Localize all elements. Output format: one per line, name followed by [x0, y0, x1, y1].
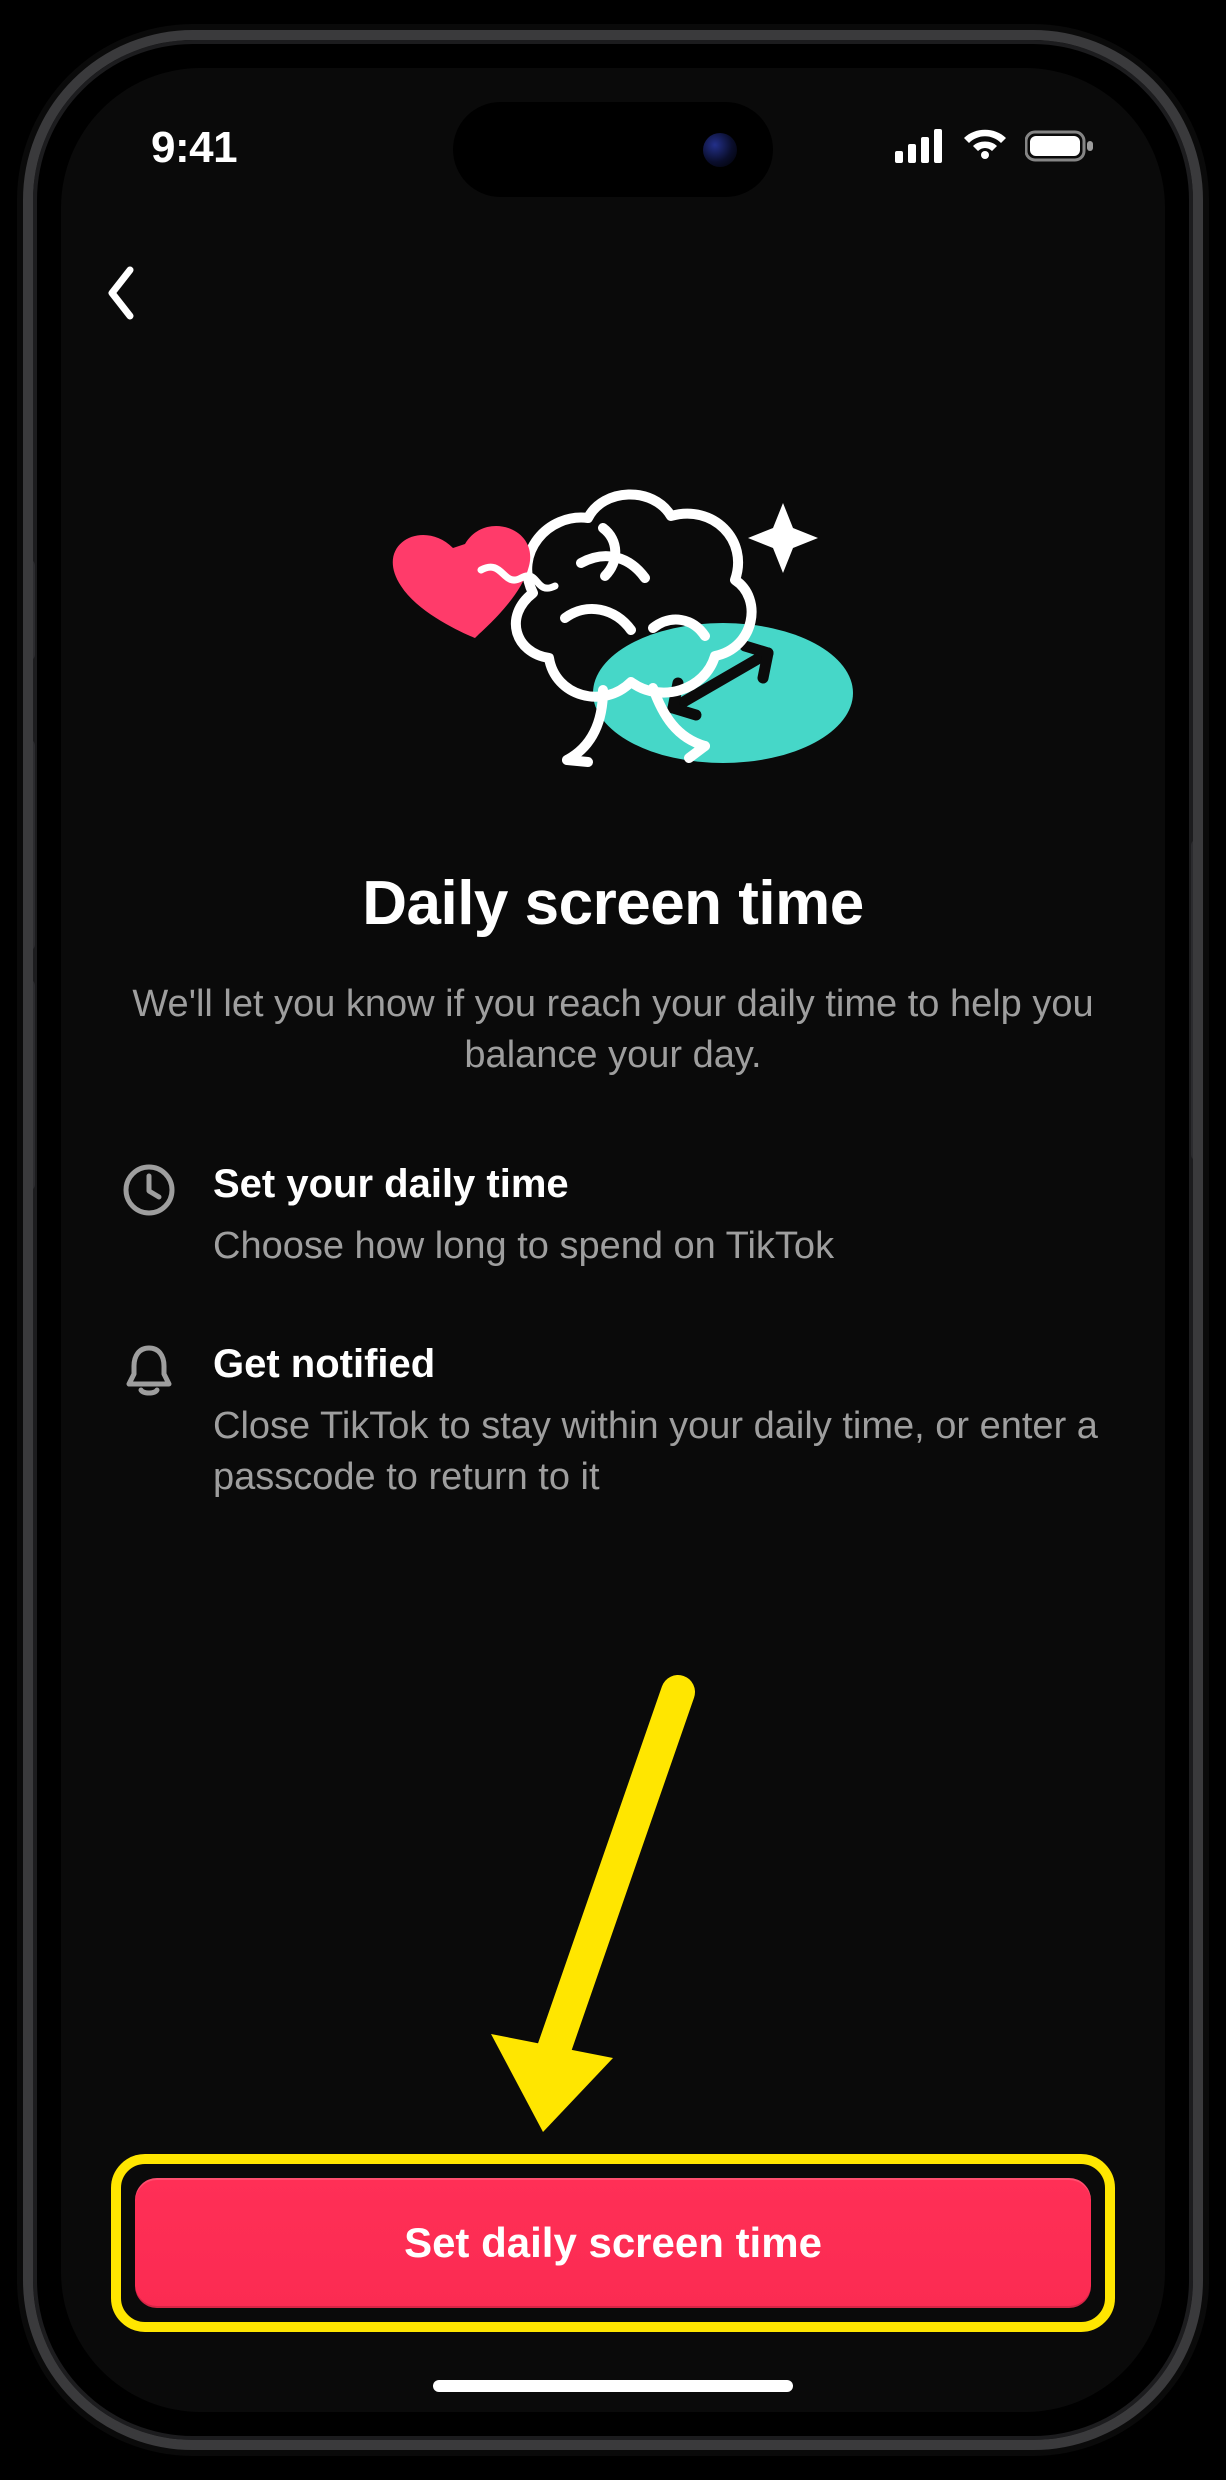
feature-desc: Choose how long to spend on TikTok: [213, 1221, 834, 1272]
status-indicators: [895, 129, 1095, 168]
page-content: Daily screen time We'll let you know if …: [61, 68, 1165, 2412]
chevron-left-icon: [104, 266, 138, 320]
page-subtitle: We'll let you know if you reach your dai…: [131, 979, 1095, 1082]
screen: 9:41: [61, 68, 1165, 2412]
feature-set-time: Set your daily time Choose how long to s…: [121, 1162, 1105, 1272]
phone-frame: 9:41: [23, 30, 1203, 2450]
power-button: [1191, 840, 1201, 1160]
battery-icon: [1025, 129, 1095, 168]
cta-highlight-box: Set daily screen time: [111, 2154, 1115, 2332]
clock-icon: [121, 1162, 177, 1218]
feature-title: Set your daily time: [213, 1162, 834, 1207]
status-time: 9:41: [151, 123, 237, 173]
feature-list: Set your daily time Choose how long to s…: [121, 1162, 1105, 1504]
hero-illustration: [61, 458, 1165, 788]
cta-label: Set daily screen time: [404, 2219, 822, 2267]
annotation-arrow-icon: [483, 1672, 743, 2147]
feature-get-notified: Get notified Close TikTok to stay within…: [121, 1342, 1105, 1504]
bell-icon: [121, 1342, 177, 1398]
page-title: Daily screen time: [61, 868, 1165, 939]
feature-title: Get notified: [213, 1342, 1105, 1387]
feature-desc: Close TikTok to stay within your daily t…: [213, 1401, 1105, 1504]
mute-switch: [25, 560, 35, 660]
bottom-area: Set daily screen time: [61, 2154, 1165, 2412]
back-button[interactable]: [91, 263, 151, 323]
volume-down-button: [25, 980, 35, 1190]
set-daily-screen-time-button[interactable]: Set daily screen time: [135, 2178, 1091, 2308]
volume-up-button: [25, 740, 35, 950]
brain-heart-icon: [353, 458, 873, 788]
nav-bar: [61, 248, 1165, 338]
dynamic-island: [453, 102, 773, 197]
cellular-icon: [895, 129, 945, 168]
wifi-icon: [961, 129, 1009, 168]
home-indicator[interactable]: [433, 2380, 793, 2392]
